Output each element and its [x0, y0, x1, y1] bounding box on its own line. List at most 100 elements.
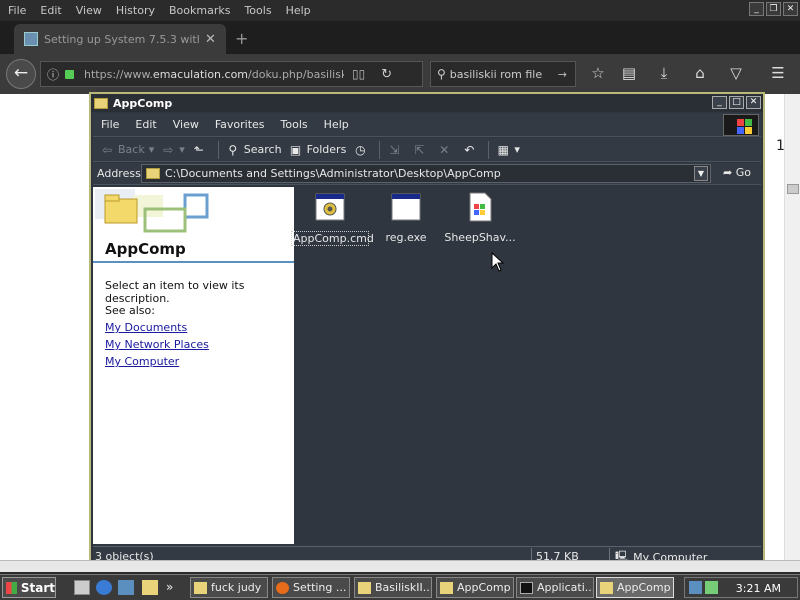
menu-view[interactable]: View — [165, 118, 207, 131]
file-name: reg.exe — [385, 231, 427, 244]
page-favicon-icon — [24, 32, 38, 46]
menu-help[interactable]: Help — [279, 4, 318, 17]
windows-flag-icon — [6, 581, 17, 594]
clock[interactable]: 3:21 AM — [736, 582, 781, 595]
address-dropdown-icon[interactable]: ▼ — [694, 166, 708, 181]
search-label: Search — [243, 143, 282, 156]
views-button[interactable]: ▦ ▾ — [495, 143, 520, 157]
restore-icon[interactable]: ❐ — [766, 2, 781, 16]
quicklaunch-overflow-icon[interactable]: » — [166, 580, 176, 595]
horizontal-scrollbar[interactable] — [0, 560, 800, 572]
page-scrollbar[interactable] — [784, 94, 800, 560]
move-to-button[interactable]: ⇲ — [386, 143, 405, 157]
menu-file[interactable]: File — [0, 4, 33, 17]
navigation-toolbar: ← ⓘ https://www.emaculation.com/doku.php… — [0, 54, 800, 94]
back-dropdown-icon[interactable]: ▾ — [149, 143, 155, 156]
search-input[interactable]: basiliskii rom file — [450, 68, 558, 81]
taskbar-item-label: fuck judy — [211, 581, 262, 594]
go-arrow-icon: ➦ — [723, 166, 736, 179]
outlook-express-icon[interactable] — [118, 580, 134, 595]
taskbar-item[interactable]: BasiliskII... — [354, 577, 432, 598]
browser-tab[interactable]: Setting up System 7.5.3 with ... ✕ — [14, 24, 226, 54]
folders-button[interactable]: ▣ Folders — [288, 143, 346, 157]
link-my-network-places[interactable]: My Network Places — [105, 338, 209, 351]
maximize-icon[interactable]: □ — [729, 96, 744, 109]
show-desktop-icon[interactable] — [74, 580, 90, 595]
toolbar-separator — [217, 140, 219, 159]
menu-edit[interactable]: Edit — [127, 118, 164, 131]
start-button[interactable]: Start — [2, 577, 56, 598]
up-folder-button[interactable]: ⬑ — [191, 143, 210, 157]
file-item-sheepshaver[interactable]: SheepShav... — [441, 192, 519, 244]
downloads-icon[interactable]: ⤓ — [654, 64, 674, 82]
tab-strip: Setting up System 7.5.3 with ... ✕ + — [0, 21, 800, 54]
menu-bookmarks[interactable]: Bookmarks — [162, 4, 237, 17]
site-info-icon[interactable]: ⓘ — [47, 66, 59, 83]
bookmark-star-icon[interactable]: ☆ — [588, 64, 608, 82]
folder-icon — [358, 581, 371, 594]
undo-button[interactable]: ↶ — [461, 143, 480, 157]
menu-help[interactable]: Help — [316, 118, 357, 131]
taskbar-item[interactable]: Setting ... — [272, 577, 350, 598]
internet-explorer-icon[interactable] — [96, 580, 112, 595]
history-button[interactable]: ◷ — [352, 143, 371, 157]
new-tab-icon[interactable]: + — [235, 29, 248, 48]
link-my-documents[interactable]: My Documents — [105, 321, 187, 334]
file-item-reg-exe[interactable]: reg.exe — [367, 192, 445, 244]
go-button[interactable]: ➦ Go — [723, 166, 751, 179]
menu-tools[interactable]: Tools — [273, 118, 316, 131]
search-window-icon — [194, 581, 207, 594]
toolbar-separator — [488, 140, 490, 159]
link-my-computer[interactable]: My Computer — [105, 355, 179, 368]
minimize-icon[interactable]: _ — [749, 2, 764, 16]
menu-favorites[interactable]: Favorites — [207, 118, 273, 131]
file-item-appcomp-cmd[interactable]: AppComp.cmd — [291, 192, 374, 246]
search-go-icon[interactable]: → — [558, 68, 567, 81]
history-icon: ◷ — [355, 142, 366, 157]
taskbar-item-label: AppComp — [617, 581, 671, 594]
hamburger-menu-icon[interactable]: ☰ — [768, 64, 788, 82]
address-field[interactable]: C:\Documents and Settings\Administrator\… — [141, 164, 711, 183]
menu-history[interactable]: History — [109, 4, 162, 17]
menu-file[interactable]: File — [93, 118, 127, 131]
search-icon: ⚲ — [437, 67, 446, 81]
browser-menubar: File Edit View History Bookmarks Tools H… — [0, 0, 800, 21]
taskbar-item[interactable]: fuck judy — [190, 577, 268, 598]
url-text[interactable]: https://www.emaculation.com/doku.php/bas… — [84, 68, 344, 81]
safely-remove-hardware-icon[interactable] — [705, 581, 718, 594]
taskbar-item[interactable]: AppComp — [436, 577, 514, 598]
close-icon[interactable]: ✕ — [746, 96, 761, 109]
close-icon[interactable]: ✕ — [783, 2, 798, 16]
explorer-titlebar[interactable]: AppComp _ □ ✕ — [91, 94, 763, 112]
taskbar-item-active[interactable]: AppComp — [596, 577, 674, 598]
forward-button[interactable]: ⇨ — [160, 143, 179, 157]
search-bar[interactable]: ⚲ basiliskii rom file → — [430, 61, 576, 87]
search-folder-icon[interactable] — [142, 580, 158, 595]
minimize-icon[interactable]: _ — [712, 96, 727, 109]
delete-icon: ✕ — [439, 142, 450, 157]
file-list-view[interactable]: AppComp.cmd reg.exe SheepShav... — [291, 187, 761, 544]
delete-button[interactable]: ✕ — [436, 143, 455, 157]
menu-tools[interactable]: Tools — [237, 4, 278, 17]
menu-view[interactable]: View — [69, 4, 109, 17]
search-button[interactable]: ⚲ Search — [225, 143, 282, 157]
url-bar[interactable]: ⓘ https://www.emaculation.com/doku.php/b… — [40, 61, 423, 87]
bookmarks-menu-icon[interactable]: ▤ — [619, 64, 639, 82]
reload-icon[interactable]: ↻ — [381, 67, 392, 82]
tab-close-icon[interactable]: ✕ — [205, 32, 216, 47]
forward-dropdown-icon[interactable]: ▾ — [179, 143, 185, 156]
back-button[interactable]: ← — [6, 59, 36, 89]
address-path[interactable]: C:\Documents and Settings\Administrator\… — [165, 167, 501, 180]
network-icon[interactable] — [689, 581, 702, 594]
back-button[interactable]: ⇦ Back — [99, 143, 145, 157]
system-tray: 3:21 AM — [684, 577, 798, 598]
menu-edit[interactable]: Edit — [33, 4, 68, 17]
file-name: SheepShav... — [444, 231, 516, 244]
scrollbar-thumb[interactable] — [787, 184, 799, 194]
pocket-icon[interactable]: ▽ — [726, 64, 746, 82]
reader-view-icon[interactable]: ▯▯ — [352, 67, 365, 81]
home-icon[interactable]: ⌂ — [690, 64, 710, 82]
copy-to-button[interactable]: ⇱ — [411, 143, 430, 157]
lock-icon — [65, 69, 75, 79]
taskbar-item[interactable]: Applicati... — [516, 577, 594, 598]
